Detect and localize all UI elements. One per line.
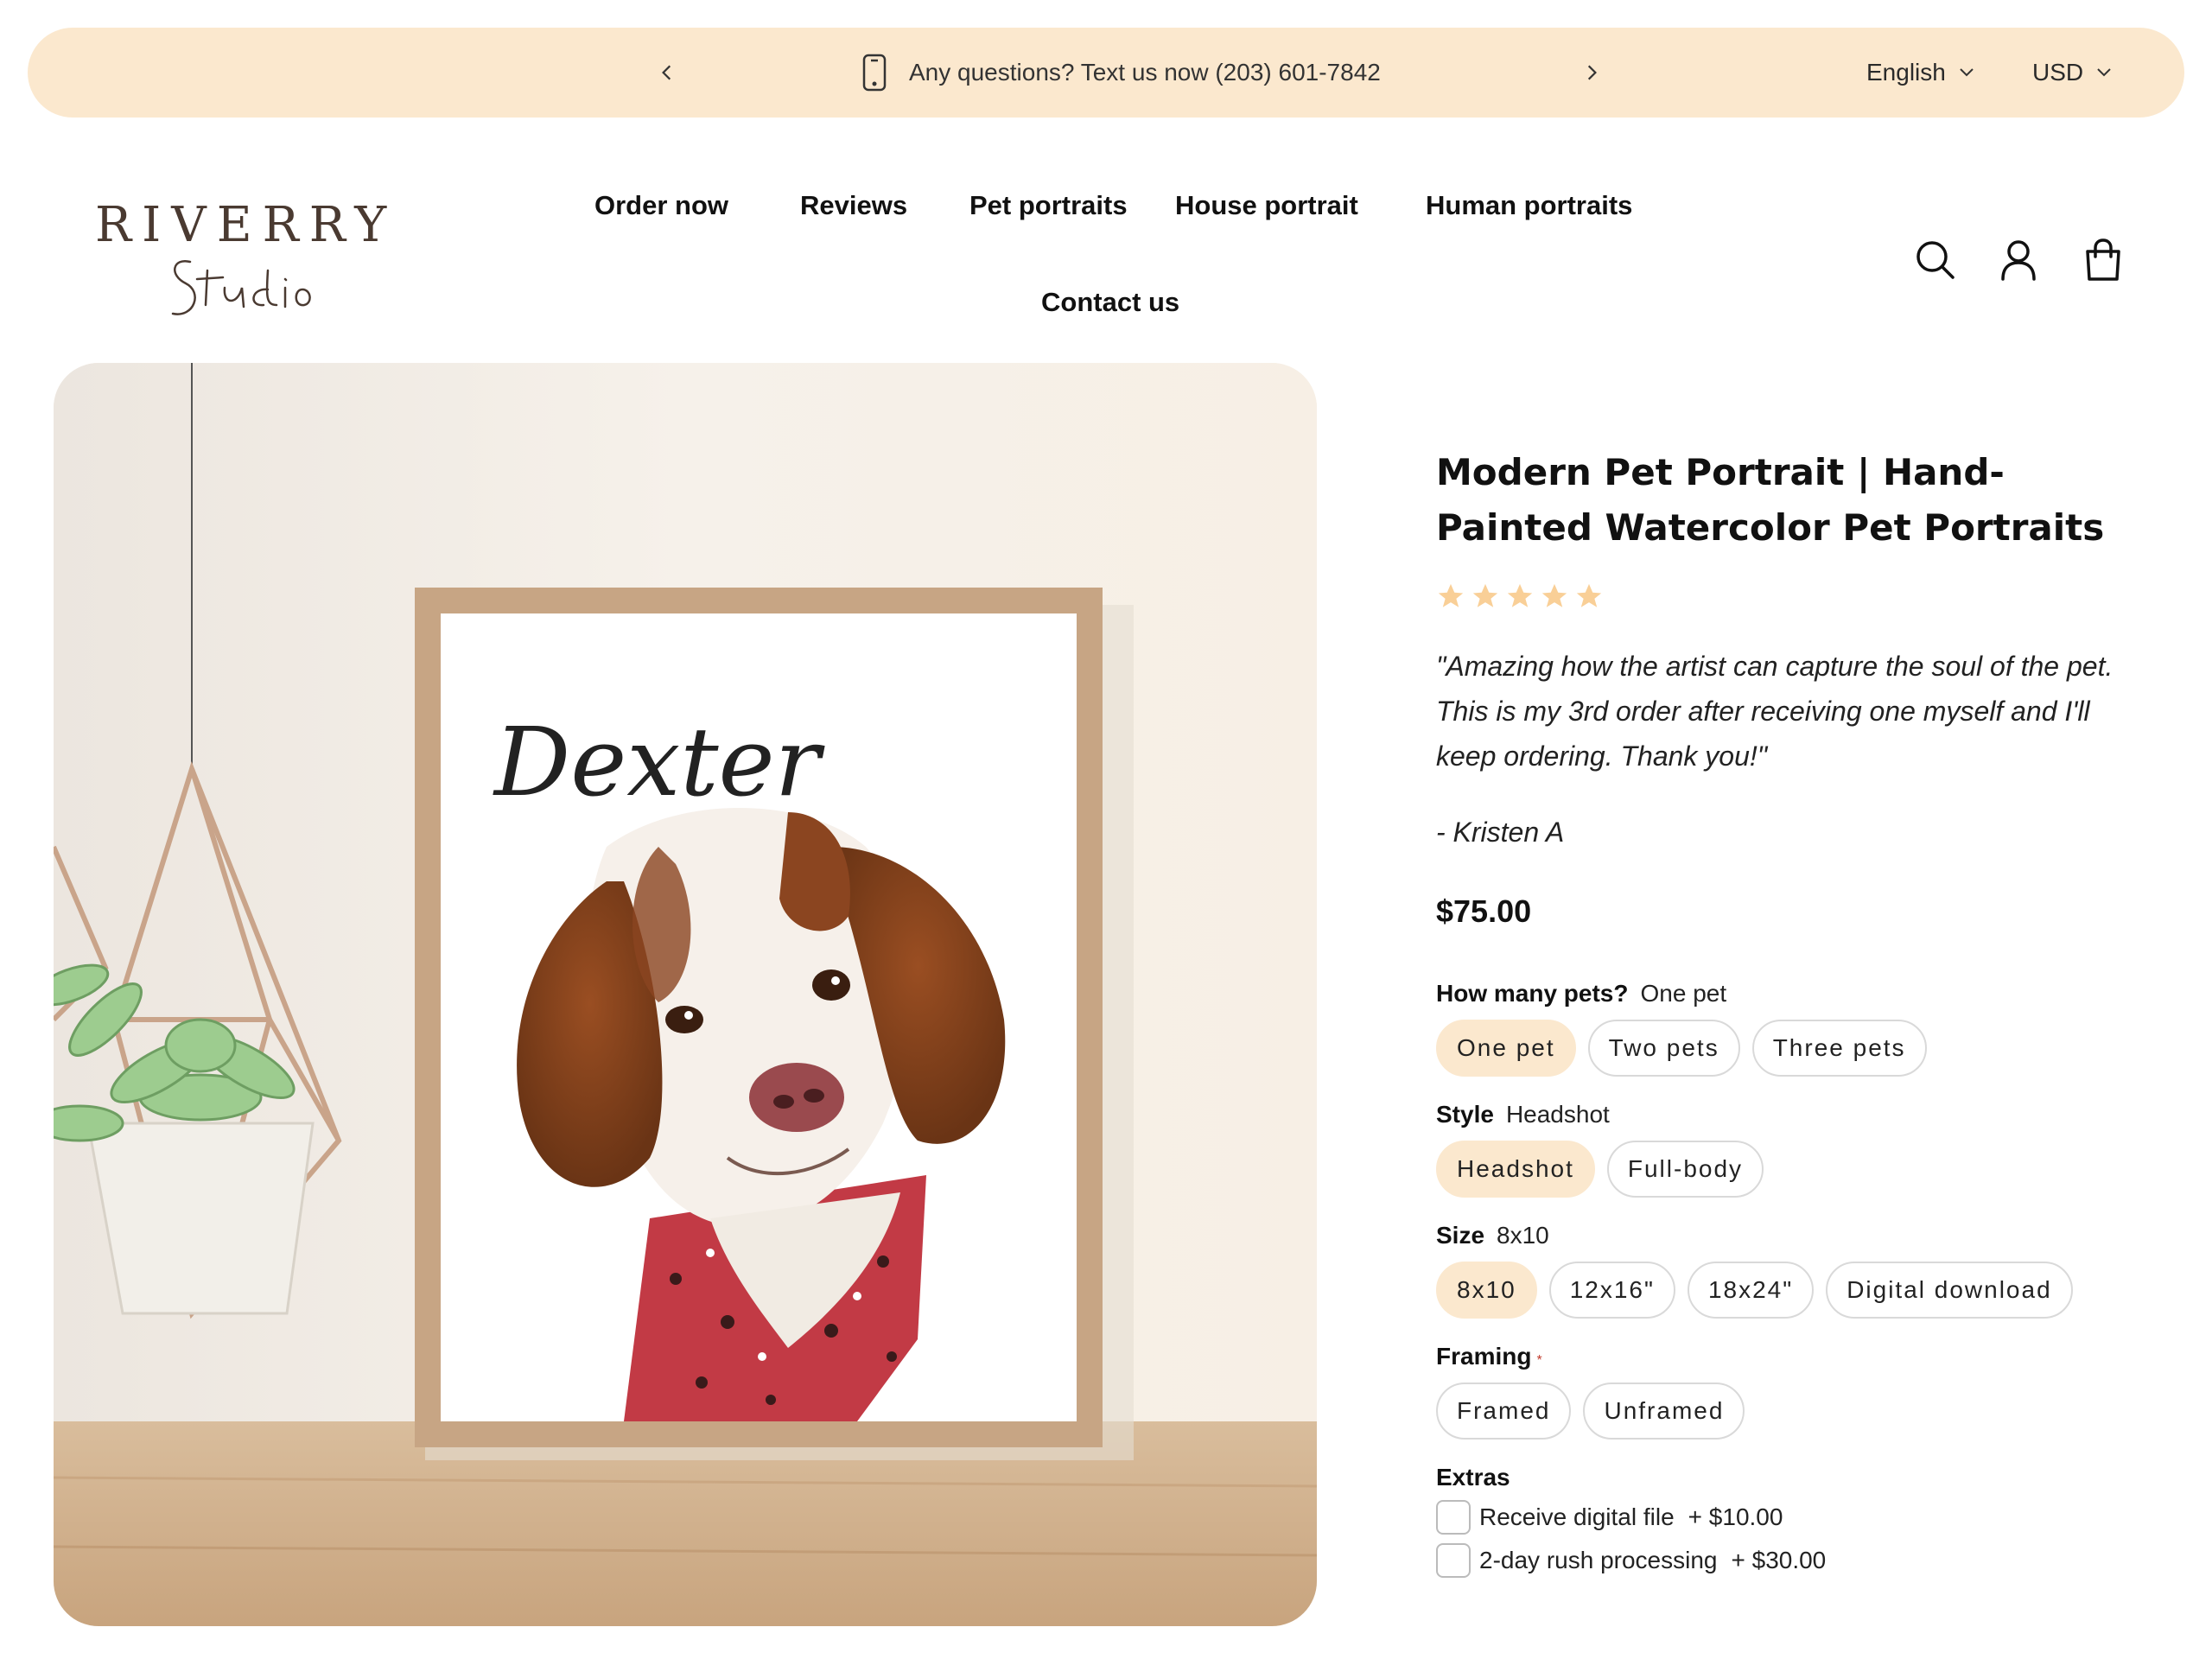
star-icon [1576, 583, 1602, 607]
review-author: - Kristen A [1436, 817, 1565, 848]
portrait-name-text: Dexter [493, 707, 826, 817]
star-icon [1438, 583, 1464, 607]
option-style-selected: Headshot [1505, 1101, 1610, 1128]
chevron-right-icon [1587, 65, 1597, 80]
nav-item-reviews[interactable]: Reviews [800, 190, 907, 221]
option-style: Style Headshot Headshot Full-body [1436, 1101, 2127, 1198]
extra-digital-file-checkbox[interactable] [1436, 1500, 1471, 1535]
user-icon [2001, 240, 2036, 281]
language-selector[interactable]: English [1866, 28, 1975, 118]
nav-item-house-portrait[interactable]: House portrait [1175, 190, 1358, 221]
shopping-bag-icon [2086, 238, 2120, 281]
option-style-full-body[interactable]: Full-body [1606, 1141, 1764, 1198]
product-info: Modern Pet Portrait | Hand-Painted Water… [1436, 445, 2127, 1578]
option-size-label: Size [1436, 1222, 1485, 1249]
option-framing-framed[interactable]: Framed [1436, 1382, 1572, 1440]
product-title: Modern Pet Portrait | Hand-Painted Water… [1436, 451, 2105, 549]
cart-button[interactable] [2081, 238, 2126, 283]
currency-label: USD [2032, 59, 2084, 86]
option-framing: Framing * Framed Unframed [1436, 1343, 2127, 1440]
announcement-text: Any questions? Text us now (203) 601-784… [909, 59, 1381, 86]
nav-item-pet-portraits[interactable]: Pet portraits [969, 190, 1128, 221]
phone-icon [862, 54, 887, 92]
review-quote: "Amazing how the artist can capture the … [1436, 651, 2113, 772]
store-logo[interactable]: RIVERRY [95, 197, 386, 327]
search-icon [1916, 241, 1955, 279]
star-icon [1541, 583, 1567, 607]
extra-rush-processing-price: + $30.00 [1731, 1547, 1827, 1573]
announcement-next-button[interactable] [1566, 28, 1618, 118]
rating-stars[interactable] [1436, 582, 2127, 611]
extra-rush-processing[interactable]: 2-day rush processing + $30.00 [1436, 1543, 2127, 1578]
product-price: $75.00 [1436, 893, 1532, 929]
logo-script-studio [171, 259, 311, 315]
star-icon [1507, 583, 1533, 607]
extra-digital-file-label: Receive digital file [1479, 1503, 1675, 1530]
extra-rush-processing-label: 2-day rush processing [1479, 1547, 1718, 1573]
currency-selector[interactable]: USD [2032, 28, 2113, 118]
option-framing-label: Framing [1436, 1343, 1532, 1370]
nav-item-contact-us[interactable]: Contact us [1041, 287, 1179, 318]
nav-item-human-portraits[interactable]: Human portraits [1426, 190, 1632, 221]
option-size: Size 8x10 8x10 12x16" 18x24" Digital down… [1436, 1222, 2127, 1319]
star-icon [1472, 583, 1498, 607]
option-pets-two[interactable]: Two pets [1587, 1020, 1740, 1077]
extra-rush-processing-checkbox[interactable] [1436, 1543, 1471, 1578]
announcement-bar: Any questions? Text us now (203) 601-784… [28, 28, 2184, 118]
required-mark: * [1536, 1353, 1542, 1368]
announcement-prev-button[interactable] [641, 28, 693, 118]
option-style-label: Style [1436, 1101, 1494, 1128]
chevron-down-icon [1960, 68, 1974, 77]
extra-digital-file-price: + $10.00 [1688, 1503, 1783, 1530]
option-pets-one[interactable]: One pet [1436, 1020, 1576, 1077]
option-pets: How many pets? One pet One pet Two pets T… [1436, 980, 2127, 1077]
extra-digital-file[interactable]: Receive digital file + $10.00 [1436, 1500, 2127, 1535]
option-framing-unframed[interactable]: Unframed [1583, 1382, 1745, 1440]
option-style-headshot[interactable]: Headshot [1436, 1141, 1595, 1198]
option-size-8x10[interactable]: 8x10 [1436, 1262, 1537, 1319]
announcement-message: Any questions? Text us now (203) 601-784… [857, 28, 1381, 118]
product-image[interactable]: Dexter [54, 363, 1317, 1626]
language-label: English [1866, 59, 1946, 86]
product-image-illustration: Dexter [54, 363, 1317, 1626]
option-size-18x24[interactable]: 18x24" [1687, 1262, 1815, 1319]
account-button[interactable] [1996, 238, 2041, 283]
option-size-digital-download[interactable]: Digital download [1826, 1262, 2073, 1319]
nav-item-order-now[interactable]: Order now [594, 190, 728, 221]
search-button[interactable] [1913, 238, 1958, 283]
option-extras: Extras Receive digital file + $10.00 2-d… [1436, 1464, 2127, 1578]
option-pets-label: How many pets? [1436, 980, 1629, 1007]
option-pets-three[interactable]: Three pets [1751, 1020, 1927, 1077]
chevron-down-icon [2097, 68, 2111, 77]
option-pets-selected: One pet [1640, 980, 1727, 1007]
option-size-12x16[interactable]: 12x16" [1548, 1262, 1675, 1319]
option-extras-label: Extras [1436, 1464, 1510, 1491]
option-size-selected: 8x10 [1497, 1222, 1549, 1249]
chevron-left-icon [662, 65, 671, 80]
